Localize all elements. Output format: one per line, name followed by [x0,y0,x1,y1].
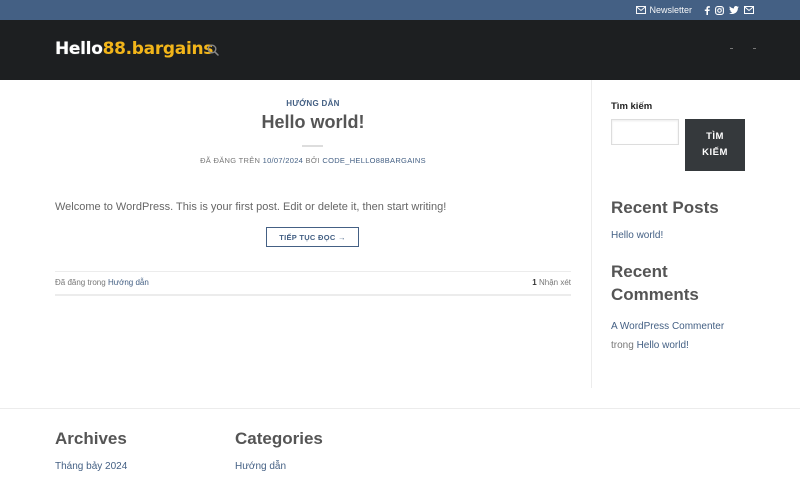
search-button[interactable]: TÌM KIẾM [685,119,745,171]
post-meta: ĐÃ ĐĂNG TRÊN 10/07/2024 BỞI CODE_HELLO88… [200,156,426,165]
top-bar: Newsletter [0,0,800,20]
newsletter-label: Newsletter [649,5,692,15]
envelope-icon[interactable] [744,6,754,14]
post-date-link[interactable]: 10/07/2024 [263,156,304,165]
header-nav-placeholders [730,48,756,49]
comment-author-link[interactable]: A WordPress Commenter [611,321,724,332]
mail-icon [636,6,647,14]
comments-link[interactable]: 1 Nhận xét [532,278,571,287]
site-header: Hello88.bargains [0,20,800,80]
recent-comment-item: A WordPress Commenter trong Hello world! [611,321,725,351]
nav-placeholder-2[interactable] [753,48,756,49]
post-excerpt: Welcome to WordPress. This is your first… [55,201,447,213]
post-author-link[interactable]: CODE_HELLO88BARGAINS [322,156,426,165]
facebook-icon[interactable] [704,5,710,15]
category-link[interactable]: Hướng dẫn [235,461,286,472]
social-icons [704,5,754,15]
search-input[interactable] [611,119,679,145]
title-divider [302,145,323,147]
search-widget-title: Tìm kiếm [611,101,653,112]
categories-title: Categories [235,429,323,448]
post-category[interactable]: HƯỚNG DẪN [55,99,571,108]
header-search-icon[interactable] [207,43,219,61]
posted-in-category-link[interactable]: Hướng dẫn [108,278,149,287]
read-more-button[interactable]: TIẾP TỤC ĐỌC → [266,227,359,247]
twitter-icon[interactable] [729,6,739,14]
footer-divider [0,408,800,409]
post-footer-meta: Đã đăng trong Hướng dẫn 1 Nhận xét [55,271,571,296]
archives-title: Archives [55,429,127,448]
instagram-icon[interactable] [715,5,724,15]
nav-placeholder-1[interactable] [730,48,733,49]
newsletter-link[interactable]: Newsletter [636,5,692,15]
post-title[interactable]: Hello world! [55,112,571,133]
recent-comments-title: Recent Comments [611,262,699,304]
sidebar-divider [591,80,592,388]
site-logo[interactable]: Hello88.bargains [55,38,213,60]
recent-post-link[interactable]: Hello world! [611,230,663,241]
posted-in: Đã đăng trong Hướng dẫn [55,278,149,287]
comment-post-link[interactable]: Hello world! [637,340,689,351]
archive-link[interactable]: Tháng bảy 2024 [55,461,127,472]
recent-posts-title: Recent Posts [611,198,719,217]
top-bar-right: Newsletter [636,0,754,20]
